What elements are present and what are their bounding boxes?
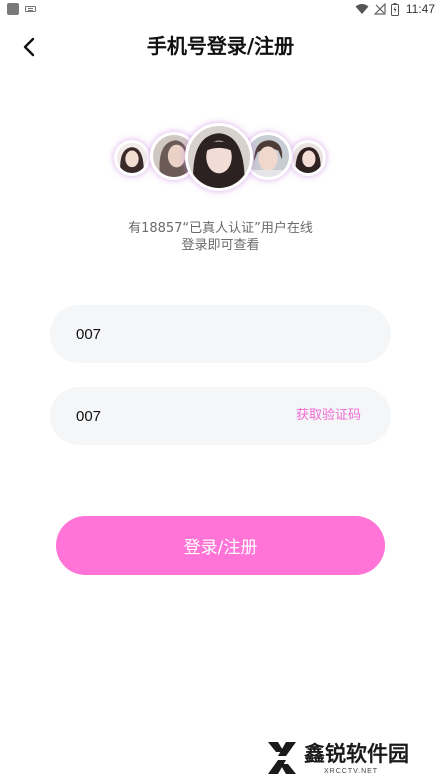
get-code-button[interactable]: 获取验证码 (296, 387, 361, 445)
phone-input[interactable] (76, 305, 276, 363)
login-register-button[interactable]: 登录/注册 (56, 516, 385, 575)
watermark: 鑫锐软件园 XRCCTV.NET (262, 736, 422, 780)
watermark-logo-icon (268, 742, 296, 774)
watermark-subtext: XRCCTV.NET (324, 768, 379, 775)
avatar (185, 123, 253, 191)
wifi-icon (355, 4, 369, 14)
status-time: 11:47 (405, 2, 435, 16)
page-title: 手机号登录/注册 (146, 34, 295, 58)
keyboard-icon (25, 6, 36, 12)
code-field[interactable]: 获取验证码 (50, 387, 391, 445)
no-signal-icon (373, 3, 386, 15)
app-icon (7, 3, 19, 15)
online-users-line: 有18857“已真人认证”用户在线 (128, 221, 313, 236)
avatar (290, 140, 326, 176)
status-bar: 11:47 (0, 0, 441, 18)
online-users-text: 有18857“已真人认证”用户在线 登录即可查看 (0, 220, 441, 254)
login-hint-line: 登录即可查看 (181, 238, 260, 253)
avatar-row (0, 120, 441, 195)
verification-code-input[interactable] (76, 387, 276, 445)
watermark-text: 鑫锐软件园 (304, 742, 409, 766)
login-register-label: 登录/注册 (183, 538, 258, 558)
status-icons: 11:47 (355, 1, 435, 17)
avatar (114, 140, 150, 176)
phone-field[interactable] (50, 305, 391, 363)
battery-icon (390, 2, 399, 16)
